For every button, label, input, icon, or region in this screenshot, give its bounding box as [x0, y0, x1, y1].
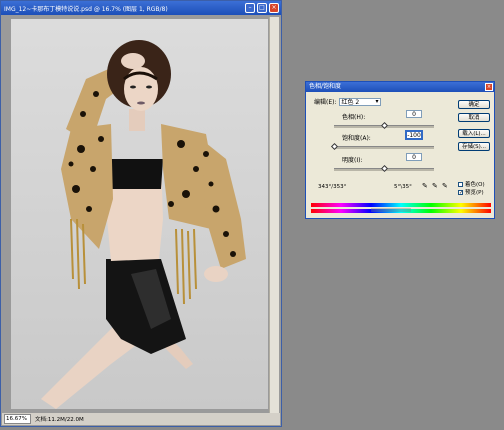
- ok-button[interactable]: 确定: [458, 100, 490, 109]
- preview-checkbox-box[interactable]: ✓: [458, 189, 463, 195]
- range-left-readout: 343°/353°: [318, 184, 347, 190]
- eyedropper-icon[interactable]: ✎: [422, 182, 428, 190]
- hue-saturation-dialog: 色相/饱和度 × 编辑(E): 红色 2 色相(H): 0 饱和度(A): -1…: [305, 81, 495, 219]
- close-icon[interactable]: ×: [269, 3, 279, 13]
- close-icon[interactable]: ×: [485, 83, 493, 91]
- cancel-button[interactable]: 取消: [458, 113, 490, 122]
- edit-row: 编辑(E): 红色 2: [314, 97, 381, 106]
- colorize-checkbox[interactable]: 着色(O): [458, 180, 485, 188]
- hue-range-selector[interactable]: [371, 208, 411, 212]
- minimize-icon[interactable]: –: [245, 3, 255, 13]
- edit-select[interactable]: 红色 2: [338, 97, 381, 106]
- document-window: IMG_12~卡那布丁模特说说.psd @ 16.7% (图层 1, RGB/8…: [0, 0, 282, 427]
- saturation-label: 饱和度(A):: [342, 135, 371, 142]
- save-button[interactable]: 存储(S)...: [458, 142, 490, 151]
- saturation-slider[interactable]: [334, 146, 434, 149]
- status-bar: 16.67% 文档:11.2M/22.0M: [2, 413, 280, 425]
- saturation-input[interactable]: -100: [405, 130, 423, 140]
- image-canvas[interactable]: [11, 19, 268, 409]
- dialog-title: 色相/饱和度: [309, 83, 342, 90]
- load-button[interactable]: 载入(L)...: [458, 129, 490, 138]
- dialog-titlebar[interactable]: 色相/饱和度 ×: [306, 82, 494, 92]
- eyedropper-plus-icon[interactable]: ✎: [432, 182, 438, 190]
- preview-checkbox[interactable]: ✓ 预览(P): [458, 188, 484, 196]
- lightness-input[interactable]: 0: [406, 153, 422, 161]
- model-photo: [41, 40, 246, 409]
- hue-label: 色相(H):: [342, 114, 366, 121]
- document-titlebar[interactable]: IMG_12~卡那布丁模特说说.psd @ 16.7% (图层 1, RGB/8…: [1, 1, 281, 15]
- preview-label: 预览(P): [465, 190, 484, 196]
- range-right-readout: 5°\35°: [394, 184, 412, 190]
- vertical-scrollbar[interactable]: [269, 17, 279, 413]
- colorize-checkbox-box[interactable]: [458, 181, 463, 187]
- document-title: IMG_12~卡那布丁模特说说.psd @ 16.7% (图层 1, RGB/8…: [4, 5, 168, 13]
- zoom-field[interactable]: 16.67%: [4, 414, 31, 424]
- maximize-icon[interactable]: □: [257, 3, 267, 13]
- input-color-bar: [311, 203, 491, 207]
- lightness-label: 明度(I):: [342, 157, 363, 164]
- document-size-info: 文档:11.2M/22.0M: [35, 417, 84, 423]
- eyedropper-minus-icon[interactable]: ✎: [442, 182, 448, 190]
- hue-input[interactable]: 0: [406, 110, 422, 118]
- edit-label: 编辑(E):: [314, 99, 337, 106]
- colorize-label: 着色(O): [465, 182, 485, 188]
